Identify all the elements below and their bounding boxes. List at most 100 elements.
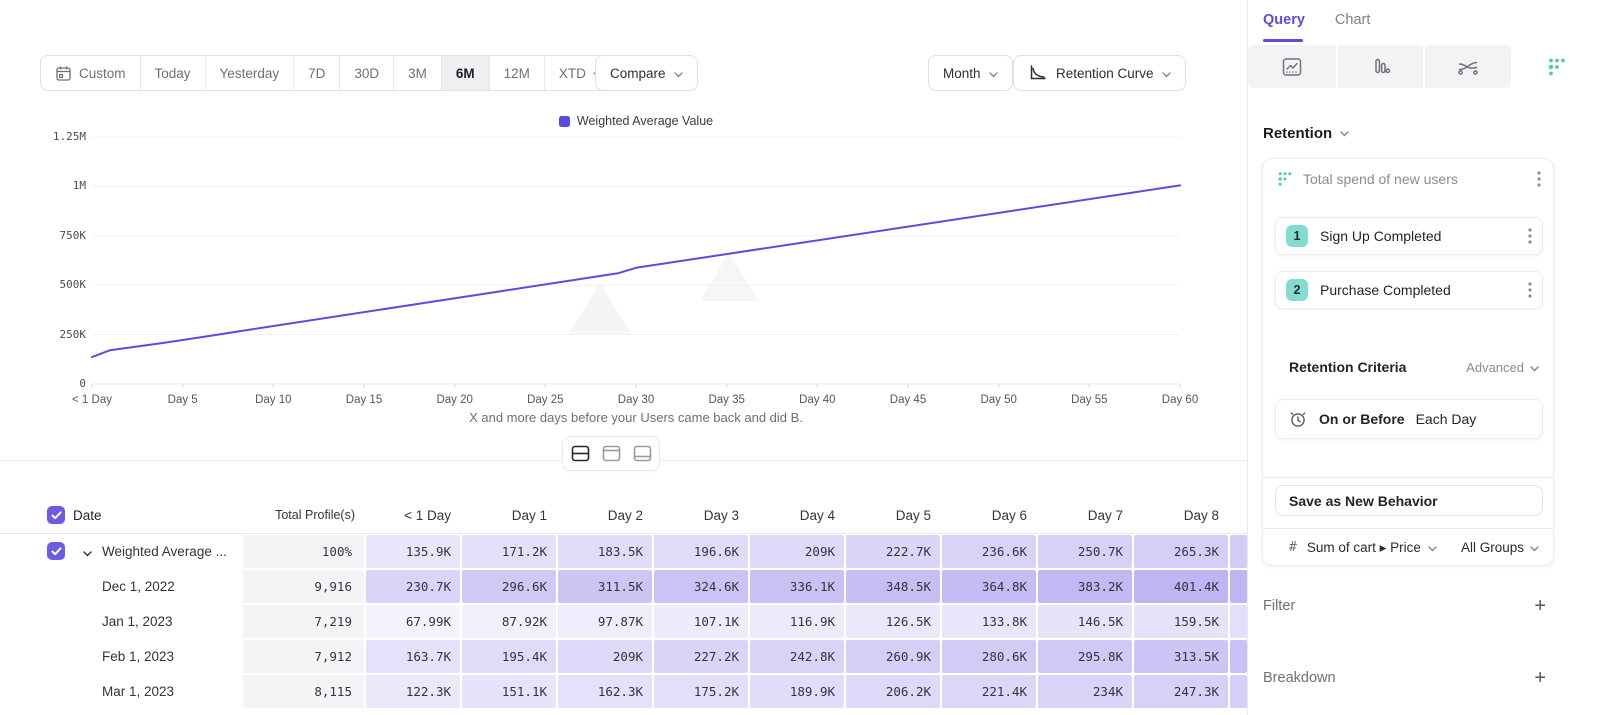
compare-button[interactable]: Compare <box>595 55 698 91</box>
kebab-menu-icon[interactable] <box>1537 171 1541 187</box>
row-checkbox[interactable] <box>47 542 65 560</box>
kebab-menu-icon[interactable] <box>1528 282 1532 298</box>
range-label: Today <box>155 66 191 81</box>
range-label: 6M <box>456 66 475 81</box>
granularity-button[interactable]: Month <box>928 55 1013 91</box>
expand-chevron-icon[interactable] <box>83 544 92 562</box>
retention-value-cell: 116.9K <box>750 605 844 638</box>
behavior-title[interactable]: Total spend of new users <box>1303 171 1527 187</box>
measure-type-symbol[interactable]: # <box>1289 540 1297 555</box>
x-tick-label: Day 5 <box>168 394 198 406</box>
x-tick-label: Day 40 <box>799 394 835 406</box>
tab-chart[interactable]: Chart <box>1335 12 1370 42</box>
criteria-mode-dropdown[interactable]: Advanced <box>1466 360 1539 375</box>
range-label: 7D <box>308 66 325 81</box>
retention-value-cell: 311.5K <box>558 570 652 603</box>
retention-value-cell: 401.4K <box>1134 570 1228 603</box>
timing-unit[interactable]: Each Day <box>1416 411 1477 427</box>
range-6m[interactable]: 6M <box>442 56 490 90</box>
retention-value-cell: 236.6K <box>942 535 1036 568</box>
card-divider <box>1263 477 1553 478</box>
timing-operator[interactable]: On or Before <box>1319 411 1405 427</box>
step-card-2[interactable]: 2 Purchase Completed <box>1275 271 1543 309</box>
chart-type-button[interactable]: Retention Curve <box>1013 55 1186 91</box>
timing-criteria-card[interactable]: On or Before Each Day <box>1275 399 1543 439</box>
retention-value-cell: 296.6K <box>462 570 556 603</box>
x-tick-label: Day 25 <box>527 394 563 406</box>
retention-value-cell-partial <box>1230 605 1247 638</box>
weighted-average-line <box>92 185 1180 357</box>
row-label[interactable]: Mar 1, 2023 <box>102 675 242 708</box>
range-label: XTD <box>559 66 586 81</box>
toggle-table-view[interactable] <box>628 440 656 467</box>
breakdown-section[interactable]: Breakdown + <box>1263 668 1546 688</box>
sidebar-tabs: Query Chart <box>1263 12 1370 42</box>
range-12m[interactable]: 12M <box>490 56 545 90</box>
step-number-badge: 2 <box>1286 279 1308 301</box>
group-dropdown[interactable]: All Groups <box>1461 539 1539 557</box>
toggle-split-view[interactable] <box>566 440 594 467</box>
date-range-selector: Custom Today Yesterday 7D 30D3M 6M 12M XTD <box>40 55 617 91</box>
retention-value-cell: 221.4K <box>942 675 1036 708</box>
add-filter-icon[interactable]: + <box>1534 596 1546 616</box>
column-header-total[interactable]: Total Profile(s) <box>243 497 364 533</box>
column-header-day[interactable]: Day 5 <box>846 497 940 533</box>
row-label[interactable]: Jan 1, 2023 <box>102 605 242 638</box>
kebab-menu-icon[interactable] <box>1528 228 1532 244</box>
alarm-clock-icon <box>1288 409 1308 429</box>
row-total: 7,912 <box>243 640 364 673</box>
retention-query-card: Total spend of new users 1Sign Up Comple… <box>1262 158 1554 566</box>
column-header-day[interactable]: Day 3 <box>654 497 748 533</box>
row-label[interactable]: Feb 1, 2023 <box>102 640 242 673</box>
retention-value-cell-partial <box>1230 535 1247 568</box>
report-tab-insights-icon[interactable] <box>1248 45 1336 88</box>
retention-value-cell: 133.8K <box>942 605 1036 638</box>
y-tick-label: 1.25M <box>26 130 86 143</box>
x-tick-label: Day 50 <box>980 394 1016 406</box>
chevron-down-icon <box>1530 360 1539 375</box>
column-header-day[interactable]: Day 7 <box>1038 497 1132 533</box>
retention-line-chart[interactable] <box>0 105 1247 435</box>
row-label[interactable]: Dec 1, 2022 <box>102 570 242 603</box>
report-tab-flows-icon[interactable] <box>1425 45 1511 88</box>
y-tick-label: 750K <box>26 229 86 242</box>
report-tab-retention-icon[interactable] <box>1513 45 1600 88</box>
range-3m[interactable]: 3M <box>394 56 442 90</box>
column-header-day[interactable]: Day 6 <box>942 497 1036 533</box>
column-header-day[interactable]: Day 4 <box>750 497 844 533</box>
step-card-1[interactable]: 1Sign Up Completed <box>1275 217 1543 255</box>
filter-section[interactable]: Filter + <box>1263 596 1546 616</box>
measure-dropdown[interactable]: Sum of cart ▸ Price <box>1307 539 1451 557</box>
y-tick-label: 250K <box>26 328 86 341</box>
retention-report-screen: Custom Today Yesterday 7D 30D3M 6M 12M XTD Comp… <box>0 0 1600 715</box>
retention-value-cell: 163.7K <box>366 640 460 673</box>
retention-value-cell: 209K <box>750 535 844 568</box>
retention-value-cell: 189.9K <box>750 675 844 708</box>
row-label[interactable]: Weighted Average ... <box>102 535 242 568</box>
active-tab-underline <box>1263 39 1303 42</box>
range-custom[interactable]: Custom <box>41 56 141 90</box>
tab-query[interactable]: Query <box>1263 12 1305 42</box>
range-7d[interactable]: 7D <box>294 56 340 90</box>
report-tab-funnels-icon[interactable] <box>1338 45 1423 88</box>
range-yesterday[interactable]: Yesterday <box>206 56 295 90</box>
range-30d[interactable]: 30D <box>340 56 394 90</box>
filter-label: Filter <box>1263 598 1534 614</box>
select-all-checkbox[interactable] <box>47 506 65 524</box>
column-header-day[interactable]: Day 1 <box>462 497 556 533</box>
column-header-date[interactable]: Date <box>73 497 223 533</box>
retention-value-cell: 242.8K <box>750 640 844 673</box>
y-tick-label: 0 <box>26 377 86 390</box>
column-header-day[interactable]: Day 2 <box>558 497 652 533</box>
retention-value-cell: 126.5K <box>846 605 940 638</box>
section-header[interactable]: Retention <box>1263 124 1349 142</box>
range-today[interactable]: Today <box>141 56 206 90</box>
toggle-chart-view[interactable] <box>597 440 625 467</box>
step-event-label[interactable]: Sign Up Completed <box>1320 228 1516 244</box>
retention-value-cell: 364.8K <box>942 570 1036 603</box>
save-behavior-button[interactable]: Save as New Behavior <box>1275 485 1543 516</box>
step-event-label[interactable]: Purchase Completed <box>1320 282 1516 298</box>
column-header-day[interactable]: Day 8 <box>1134 497 1228 533</box>
column-header-day[interactable]: < 1 Day <box>366 497 460 533</box>
add-breakdown-icon[interactable]: + <box>1534 668 1546 688</box>
